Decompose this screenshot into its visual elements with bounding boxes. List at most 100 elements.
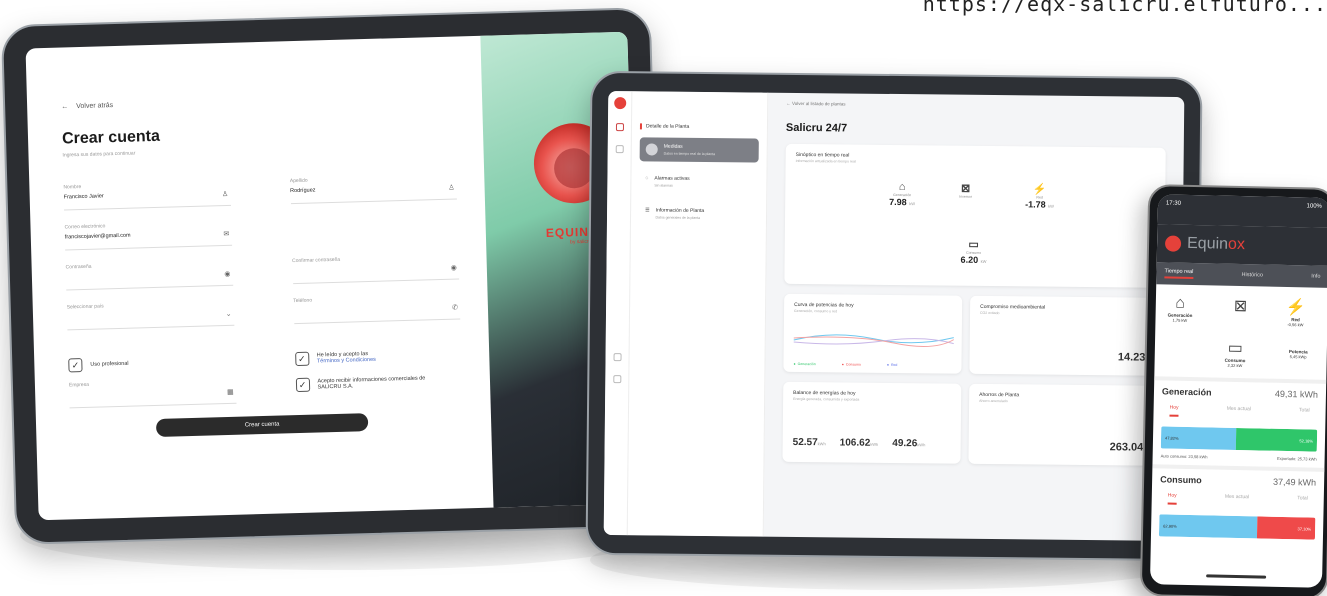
section-total: 49,31 kWh <box>1274 388 1319 400</box>
export-segment: 52,18% <box>1235 427 1318 452</box>
menu-item-alarms[interactable]: ◌ Alarmas activas Sin alarmas <box>639 169 758 194</box>
period-tabs: Hoy Mes actual Total <box>1160 492 1316 507</box>
factory-icon: ▭ <box>1227 339 1244 358</box>
country-select[interactable]: Seleccionar país ⌄ <box>66 299 234 331</box>
first-name-field[interactable]: Nombre Francisco Javier ♙ <box>63 179 231 211</box>
field-label: Nombre <box>63 183 82 191</box>
alert-icon[interactable] <box>615 123 624 132</box>
dashboard-main: ← Volver al listado de plantas Salicru 2… <box>764 93 1185 541</box>
password-field[interactable]: Contraseña ◉ <box>65 259 233 291</box>
menu-item-info[interactable]: ☰ Información de Planta Datos generales d… <box>639 201 758 226</box>
factory-icon: ▭ <box>968 238 979 251</box>
pylon-icon: ⚡ <box>1032 183 1047 196</box>
card-title: Ahorros de Planta <box>979 391 1020 399</box>
phone-device: 17:30 100% Equinox Tiempo real Histórico… <box>1139 184 1327 596</box>
email-field[interactable]: Correo electrónico franciscojavier@gmail… <box>64 219 232 251</box>
node-value: 5,45 kWp <box>1289 354 1307 360</box>
tab-today[interactable]: Hoy <box>1169 404 1179 417</box>
menu-title: Detalle de la Planta <box>639 123 759 131</box>
card-title: Curva de potencias de hoy <box>794 301 854 309</box>
tab-month[interactable]: Mes actual <box>1227 406 1251 419</box>
app-name-hl: ox <box>1227 235 1246 254</box>
settings-icon[interactable] <box>613 353 622 362</box>
legend-item: Generación <box>793 362 816 366</box>
synoptic-card: Sinóptico en tiempo real Información act… <box>784 143 1166 288</box>
generation-section: Generación 49,31 kWh Hoy Mes actual Total… <box>1152 380 1327 472</box>
tab-history[interactable]: Histórico <box>1242 272 1264 278</box>
eye-icon[interactable]: ◉ <box>451 264 457 272</box>
value: 106.62 <box>839 437 871 449</box>
unit: kWh <box>870 441 879 447</box>
help-icon[interactable] <box>612 375 621 384</box>
back-link[interactable]: ← Volver atrás <box>61 93 454 110</box>
company-field[interactable]: Empresa ▦ <box>68 377 237 409</box>
tab-info[interactable]: Info <box>1311 274 1320 280</box>
curve-legend: Generación Consumo Red <box>793 362 898 367</box>
menu-item-measures[interactable]: Medidas Datos en tiempo real de la planta <box>639 137 759 163</box>
menu-item-sub: Sin alarmas <box>654 183 673 188</box>
eye-icon[interactable]: ◉ <box>224 270 230 278</box>
field-value <box>293 303 459 308</box>
section-total: 37,49 kWh <box>1272 476 1317 488</box>
pro-use-column: ✓ Uso profesional Empresa ▦ <box>68 346 237 423</box>
pylon-icon: ⚡ <box>1285 298 1306 317</box>
tab-total[interactable]: Total <box>1297 495 1308 507</box>
generation-footer: Auto consumo: 23,58 kWh Exportado: 25,73… <box>1161 453 1317 461</box>
value: 263.04 <box>1109 441 1144 454</box>
energy-flow: ⌂ Generación 1,75 kW ⊠ ⚡ Red -0,56 kW ▭ Consu… <box>1154 284 1327 384</box>
legend-item: Consumo <box>842 362 861 366</box>
savings-card[interactable]: Ahorros de Planta Ahorro acumulado 263.0… <box>968 383 1164 466</box>
field-label: Apellido <box>289 177 308 185</box>
inverter-node: ⊠ <box>1234 296 1248 316</box>
node-value: 1,75 kW <box>1172 317 1188 323</box>
card-sub: CO2 evitado <box>980 310 1000 316</box>
options-grid: ✓ Uso profesional Empresa ▦ ✓ He leído y… <box>68 339 463 422</box>
period-tabs: Hoy Mes actual Total <box>1161 404 1317 419</box>
grid-node: ⚡ Red -1.78 kW <box>1025 182 1054 209</box>
unit: kWh <box>817 441 826 447</box>
cards-row-2: Balance de energías de hoy Energía gener… <box>782 381 1164 466</box>
inverter-icon: ⊠ <box>1233 297 1248 316</box>
terms-checkbox[interactable]: ✓ He leído y acepto las Términos y Condi… <box>294 347 462 367</box>
balance-card[interactable]: Balance de energías de hoy Energía gener… <box>782 381 962 464</box>
confirm-password-field[interactable]: Confirmar contraseña ◉ <box>291 253 460 285</box>
status-battery: 100% <box>1306 203 1322 210</box>
field-label: Empresa <box>68 381 90 389</box>
field-value <box>67 310 233 315</box>
balance-value-1: 52.57kWh <box>793 437 826 448</box>
card-sub: Energía generada, consumida y exportada <box>793 396 860 402</box>
card-sub: Generación, consumo y red <box>794 308 838 314</box>
environment-card[interactable]: Compromiso medioambiental CO2 evitado 14… <box>969 295 1165 376</box>
menu-item-label: Medidas <box>663 143 683 150</box>
self-consumption-label: Auto consumo: 23,58 kWh <box>1160 453 1208 460</box>
power-curve-card[interactable]: Curva de potencias de hoy Generación, co… <box>783 293 963 374</box>
breadcrumb[interactable]: ← Volver al listado de plantas <box>786 101 1166 110</box>
last-name-field[interactable]: Apellido Rodríguez ♙ <box>289 173 457 205</box>
phone-screen: 17:30 100% Equinox Tiempo real Histórico… <box>1149 194 1327 588</box>
solar-panel-icon: ⌂ <box>898 181 906 194</box>
phone-field[interactable]: Teléfono ✆ <box>293 293 461 325</box>
power-node: Potencia 5,45 kWp <box>1289 349 1308 359</box>
consumption-bar: 62,90% 37,10% <box>1158 514 1316 540</box>
legend-item: Red <box>887 363 897 367</box>
section-header: Generación 49,31 kWh <box>1162 386 1318 399</box>
consumption-value: 6.20 <box>960 254 979 265</box>
building-icon: ▦ <box>226 388 234 397</box>
app-logo-icon[interactable] <box>613 97 626 110</box>
app-name-pre: Equin <box>1186 234 1229 253</box>
grid-segment: 37,10% <box>1257 516 1316 540</box>
generation-node: ⌂ Generación 7.98 kW <box>889 181 915 207</box>
check-icon: ✓ <box>295 377 310 393</box>
home-indicator[interactable] <box>1206 574 1267 579</box>
tab-total[interactable]: Total <box>1299 407 1310 419</box>
tab-month[interactable]: Mes actual <box>1225 494 1249 507</box>
pro-use-checkbox[interactable]: ✓ Uso profesional <box>68 354 235 373</box>
tab-realtime[interactable]: Tiempo real <box>1164 268 1194 280</box>
tablet-dashboard: Detalle de la Planta Medidas Datos en tie… <box>585 70 1203 562</box>
marketing-checkbox[interactable]: ✓ Acepto recibir informaciones comercial… <box>295 373 462 393</box>
grid-node: ⚡ Red -0,56 kW <box>1285 297 1306 327</box>
tab-today[interactable]: Hoy <box>1167 492 1177 505</box>
terms-link[interactable]: Términos y Condiciones <box>317 357 376 365</box>
power-curve-chart <box>793 334 955 347</box>
plants-icon[interactable] <box>615 145 624 154</box>
